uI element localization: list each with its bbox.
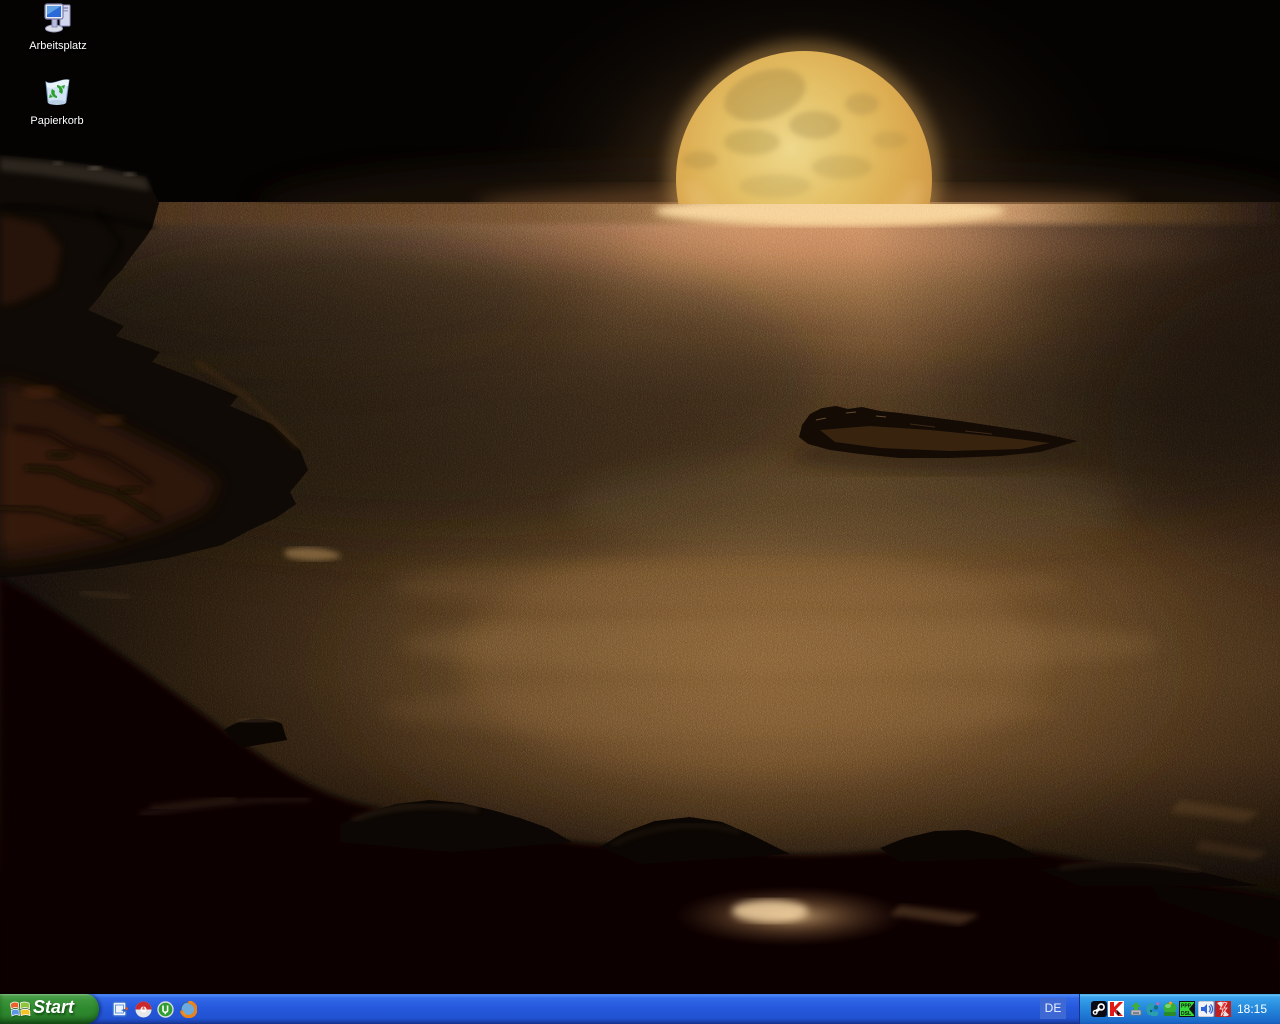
svg-text:PPP: PPP	[1181, 1004, 1192, 1010]
svg-text:DSL: DSL	[1181, 1011, 1191, 1017]
